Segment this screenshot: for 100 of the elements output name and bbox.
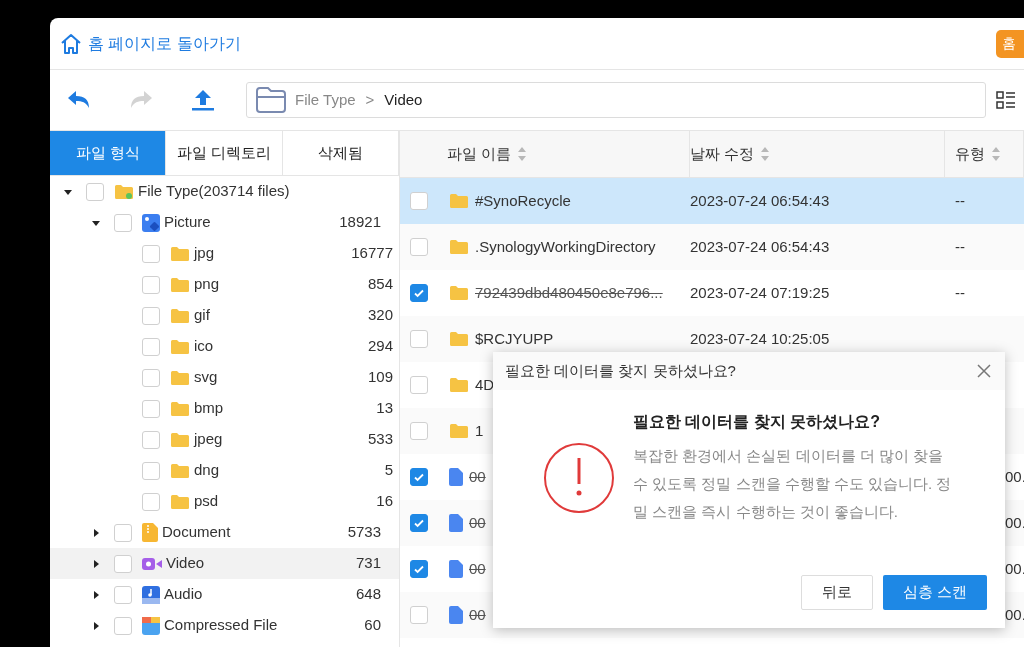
tree-item[interactable]: Audio 648 (50, 579, 399, 610)
file-type: 00. (1005, 560, 1024, 577)
tree-label: jpeg (194, 429, 223, 450)
checkbox[interactable] (142, 275, 160, 294)
checkbox[interactable] (142, 492, 160, 511)
file-name: 4D (475, 374, 495, 395)
tree-item[interactable]: Compressed File 60 (50, 610, 399, 641)
modified-date: 2023-07-24 06:54:43 (690, 192, 830, 209)
sort-icon[interactable] (991, 146, 1001, 162)
tree-item[interactable]: svg 109 (50, 362, 399, 393)
sort-icon[interactable] (760, 146, 771, 162)
tree-item[interactable]: jpeg 533 (50, 424, 399, 455)
tree-label: Compressed File (164, 615, 278, 636)
caret-icon[interactable] (92, 590, 100, 599)
tree-item[interactable]: jpg 16777 (50, 238, 399, 269)
table-row[interactable]: .SynologyWorkingDirectory 2023-07-24 06:54:43 -- (400, 224, 1024, 270)
table-row[interactable]: #SynoRecycle 2023-07-24 06:54:43 -- (400, 178, 1024, 224)
tree-item[interactable]: Document 5733 (50, 517, 399, 548)
checkbox[interactable] (142, 399, 160, 418)
sort-icon[interactable] (517, 146, 528, 162)
column-header[interactable]: 유형 (945, 131, 1024, 177)
check-icon (413, 517, 425, 529)
modified-date: 2023-07-24 10:25:05 (690, 330, 830, 347)
folder-icon (170, 431, 190, 448)
archive-icon (142, 616, 160, 635)
file-count: 13 (376, 398, 393, 419)
checkbox[interactable] (410, 330, 428, 348)
caret-icon[interactable] (92, 528, 100, 537)
file-count: 320 (367, 305, 393, 326)
file-count: 109 (367, 367, 393, 388)
checkbox[interactable] (142, 461, 160, 480)
checkbox[interactable] (114, 213, 132, 232)
close-button[interactable] (975, 362, 993, 380)
video-camera-icon (142, 556, 162, 571)
tree-item[interactable]: Video 731 (50, 548, 399, 579)
tree-item[interactable]: Picture 18921 (50, 207, 399, 238)
caret-icon[interactable] (92, 218, 100, 227)
document-icon (142, 523, 158, 542)
path-segment[interactable]: Video (384, 88, 423, 112)
checkbox[interactable] (410, 422, 428, 440)
tree-label: svg (194, 367, 218, 388)
caret-icon[interactable] (92, 621, 100, 630)
file-name: $RCJYUPP (475, 328, 554, 349)
deep-scan-button[interactable]: 심층 스캔 (882, 575, 987, 610)
tree-item[interactable]: File Type(203714 files) (50, 176, 399, 207)
checkbox[interactable] (410, 238, 428, 256)
checkbox[interactable] (114, 616, 132, 635)
checkbox[interactable] (114, 585, 132, 604)
folder-icon (114, 182, 134, 201)
tab[interactable]: 파일 형식 (50, 131, 167, 175)
file-count: 294 (367, 336, 393, 357)
tree-label: ico (194, 336, 214, 357)
file-icon (449, 606, 463, 624)
tree-label: png (194, 274, 220, 295)
column-header[interactable]: 파일 이름 (400, 131, 690, 177)
folder-icon (170, 462, 190, 479)
back-button[interactable]: 뒤로 (800, 575, 873, 610)
home-icon (60, 32, 82, 55)
checkbox[interactable] (114, 554, 132, 573)
checkbox[interactable] (142, 244, 160, 263)
column-header[interactable]: 날짜 수정 (690, 131, 945, 177)
file-count: 18921 (339, 212, 381, 233)
caret-icon[interactable] (64, 187, 72, 196)
checkbox[interactable] (410, 284, 428, 302)
folder-icon (170, 276, 190, 293)
check-icon (413, 471, 425, 483)
checkbox[interactable] (142, 368, 160, 387)
path-segment[interactable]: File Type (295, 88, 356, 112)
checkbox[interactable] (142, 430, 160, 449)
folder-icon (449, 377, 469, 393)
tree-item[interactable]: psd 16 (50, 486, 399, 517)
tree-item[interactable]: png 854 (50, 269, 399, 300)
checkbox[interactable] (410, 606, 428, 624)
tree-item[interactable]: gif 320 (50, 300, 399, 331)
folder-icon (170, 369, 190, 386)
file-name: 792439dbd480450e8e796... (475, 282, 663, 303)
folder-icon (449, 285, 469, 301)
tree-label: File Type(203714 files) (138, 181, 290, 202)
exclamation-icon (543, 442, 615, 514)
checkbox[interactable] (114, 523, 132, 542)
tree-item[interactable]: bmp 13 (50, 393, 399, 424)
checkbox[interactable] (142, 337, 160, 356)
checkbox[interactable] (410, 192, 428, 210)
home-link[interactable]: 홈 페이지로 돌아가기 (60, 31, 241, 56)
caret-icon[interactable] (92, 559, 100, 568)
file-type: 00. (1005, 468, 1024, 485)
file-count: 16777 (351, 243, 393, 264)
checkbox[interactable] (410, 468, 428, 486)
tree-label: psd (194, 491, 219, 512)
checkbox[interactable] (86, 182, 104, 201)
tree-label: bmp (194, 398, 224, 419)
list-view-icon[interactable] (996, 90, 1016, 110)
checkbox[interactable] (142, 306, 160, 325)
checkbox[interactable] (410, 514, 428, 532)
checkbox[interactable] (410, 560, 428, 578)
checkbox[interactable] (410, 376, 428, 394)
file-count: 16 (376, 491, 393, 512)
path-bar[interactable]: File Type > Video (246, 82, 986, 118)
tree-item[interactable]: dng 5 (50, 455, 399, 486)
tree-item[interactable]: ico 294 (50, 331, 399, 362)
